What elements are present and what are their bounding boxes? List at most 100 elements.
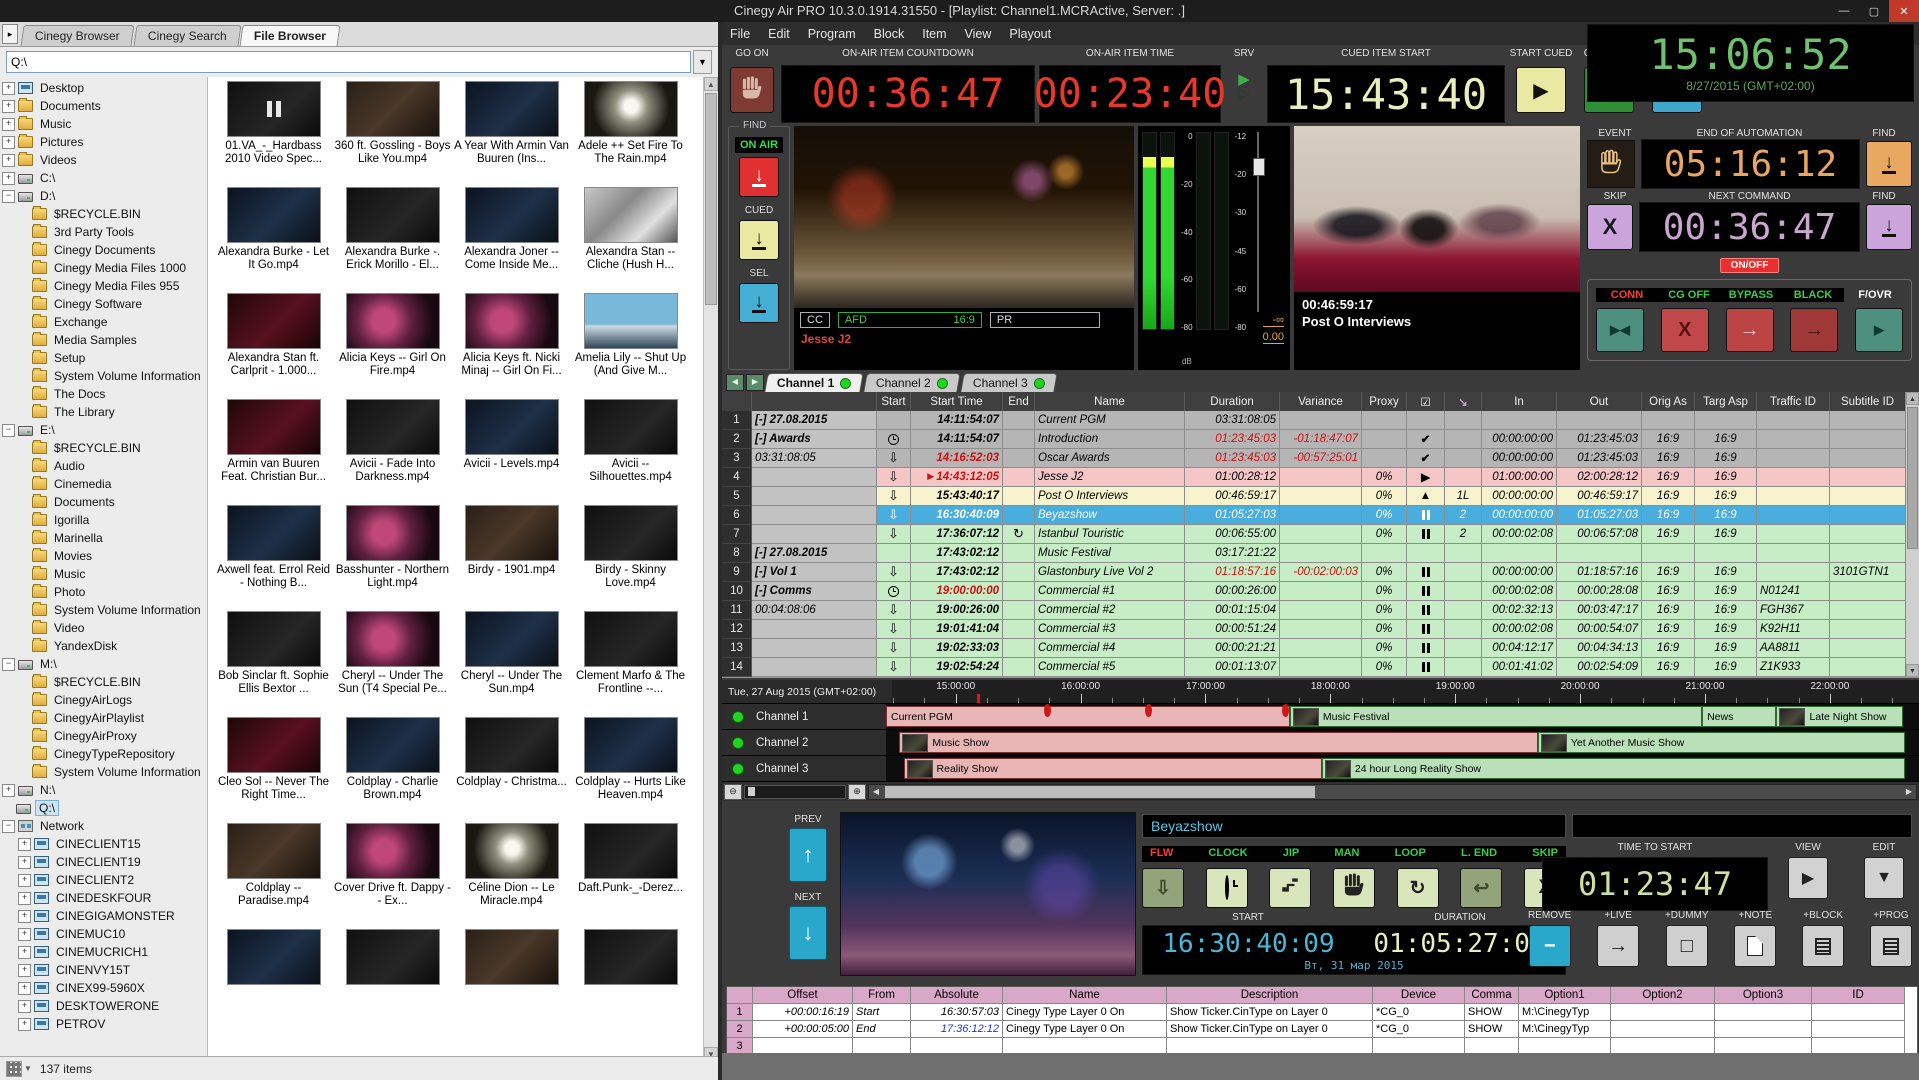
scrollbar-thumb[interactable] [885, 786, 1315, 798]
playlist-cell[interactable]: 01:00:28:12 [1185, 468, 1280, 487]
tree-item-cinenvy15t[interactable]: +CINENVY15T [0, 961, 207, 979]
playlist-cell[interactable]: 9 [722, 563, 752, 582]
column-header-item[interactable]: ☑ [1407, 392, 1445, 411]
playlist-cell[interactable] [1757, 411, 1830, 430]
tree-item-q[interactable]: Q:\ [0, 799, 207, 817]
tab-file-browser[interactable]: File Browser [240, 25, 341, 46]
playlist-cell[interactable] [1003, 620, 1035, 639]
playlist-cell[interactable]: 0% [1362, 487, 1407, 506]
playlist-cell[interactable]: 14:11:54:07 [911, 430, 1003, 449]
find-command-button[interactable]: ↓ [1866, 204, 1912, 250]
column-header-duration[interactable]: Duration [1185, 392, 1280, 411]
cmd-cell[interactable]: M:\CinegyTyp [1519, 1021, 1611, 1038]
playlist-cell[interactable]: 00:00:02:08 [1482, 582, 1557, 601]
playlist-cell[interactable] [1445, 430, 1482, 449]
playlist-cell[interactable] [1280, 582, 1362, 601]
cmd-cell[interactable]: 1 [727, 1004, 753, 1021]
timeline-block-music-show[interactable]: Music Show [899, 732, 1537, 753]
scroll-up-icon[interactable]: ▲ [1906, 392, 1919, 405]
playlist-cell[interactable] [1445, 544, 1482, 563]
tree-item-cinegy-software[interactable]: Cinegy Software [0, 295, 207, 313]
media-item[interactable]: Amelia Lily -- Shut Up (And Give M... [571, 293, 690, 399]
playlist-cell[interactable]: 19:01:41:04 [911, 620, 1003, 639]
tree-expander-icon[interactable]: + [2, 100, 15, 113]
media-item[interactable]: Coldplay - Charlie Brown.mp4 [333, 717, 452, 823]
playlist-cell[interactable] [1445, 411, 1482, 430]
playlist-cell[interactable] [1407, 525, 1445, 544]
media-item[interactable]: Bob Sinclar ft. Sophie Ellis Bextor ... [214, 611, 333, 717]
playlist-cell[interactable]: 16:30:40:09 [911, 506, 1003, 525]
playlist-cell[interactable] [1445, 601, 1482, 620]
playlist-cell[interactable] [1445, 639, 1482, 658]
playlist-cell[interactable] [1407, 620, 1445, 639]
media-item[interactable]: Alicia Keys ft. Nicki Minaj -- Girl On F… [452, 293, 571, 399]
playlist-cell[interactable]: 01:18:57:16 [1557, 563, 1642, 582]
playlist-cell[interactable]: 00:04:08:06 [752, 601, 877, 620]
timeline-ruler[interactable]: 15:00:0016:00:0017:00:0018:00:0019:00:00… [892, 680, 1919, 704]
playlist-cell[interactable] [1830, 544, 1906, 563]
media-item[interactable]: A Year With Armin Van Buuren (Ins... [452, 81, 571, 187]
clip-comment-field[interactable] [1572, 814, 1912, 838]
tree-item-cineclient15[interactable]: +CINECLIENT15 [0, 835, 207, 853]
playlist-cell[interactable]: 4 [722, 468, 752, 487]
column-header-blank[interactable] [752, 392, 877, 411]
playlist-cell[interactable]: [-] Vol 1 [752, 563, 877, 582]
cmd-cell[interactable]: 2 [727, 1021, 753, 1038]
playlist-cell[interactable]: 16:9 [1695, 658, 1757, 677]
playlist-cell[interactable] [1003, 601, 1035, 620]
playlist-cell[interactable]: ⇩ [877, 563, 911, 582]
column-header-targ-asp[interactable]: Targ Asp [1695, 392, 1757, 411]
timeline-track[interactable]: Current PGMMusic FestivalNewsLate Night … [886, 704, 1919, 730]
tree-item-video[interactable]: Video [0, 619, 207, 637]
playlist-cell[interactable]: 12 [722, 620, 752, 639]
cmd-cell[interactable]: End [853, 1021, 911, 1038]
playlist-cell[interactable]: 01:05:27:03 [1557, 506, 1642, 525]
playlist-cell[interactable]: 03:31:08:05 [752, 449, 877, 468]
playlist-cell[interactable] [1830, 449, 1906, 468]
menu-playout[interactable]: Playout [1009, 27, 1051, 41]
playlist-cell[interactable]: 17:43:02:12 [911, 544, 1003, 563]
playlist-cell[interactable]: 17:36:07:12 [911, 525, 1003, 544]
playlist-cell[interactable] [1003, 563, 1035, 582]
playlist-cell[interactable] [1830, 411, 1906, 430]
playlist-cell[interactable] [1280, 487, 1362, 506]
fader-knob[interactable] [1253, 158, 1265, 176]
playlist-cell[interactable] [1407, 544, 1445, 563]
playlist-cell[interactable] [1003, 658, 1035, 677]
tree-item-petrov[interactable]: +PETROV [0, 1015, 207, 1033]
playlist-cell[interactable]: 00:00:00:00 [1482, 563, 1557, 582]
media-item[interactable] [214, 929, 333, 1035]
playlist-cell[interactable]: 16:9 [1642, 582, 1695, 601]
playlist-cell[interactable] [752, 639, 877, 658]
tree-item-recycle-bin[interactable]: $RECYCLE.BIN [0, 439, 207, 457]
playlist-cell[interactable] [1362, 449, 1407, 468]
playlist-cell[interactable]: 5 [722, 487, 752, 506]
playlist-cell[interactable]: 0% [1362, 525, 1407, 544]
tree-item-videos[interactable]: +Videos [0, 151, 207, 169]
playlist-cell[interactable]: 00:00:02:08 [1482, 620, 1557, 639]
cmd-cell[interactable]: +00:00:16:19 [753, 1004, 853, 1021]
playlist-cell[interactable]: 19:00:26:00 [911, 601, 1003, 620]
playlist-cell[interactable]: 00:00:26:00 [1185, 582, 1280, 601]
scroll-up-icon[interactable]: ▲ [704, 77, 718, 91]
playlist-cell[interactable] [1003, 506, 1035, 525]
tree-item-desktop[interactable]: +Desktop [0, 79, 207, 97]
playlist-cell[interactable] [877, 430, 911, 449]
tree-expander-icon[interactable]: + [2, 136, 15, 149]
menu-block[interactable]: Block [874, 27, 905, 41]
playlist-cell[interactable]: 1 [722, 411, 752, 430]
playlist-cell[interactable]: 16:9 [1695, 506, 1757, 525]
clock-button[interactable] [1206, 868, 1248, 908]
playlist-cell[interactable]: 1L [1445, 487, 1482, 506]
playlist-cell[interactable] [1757, 430, 1830, 449]
playlist-cell[interactable]: 19:02:54:24 [911, 658, 1003, 677]
media-item[interactable]: Adele ++ Set Fire To The Rain.mp4 [571, 81, 690, 187]
media-item[interactable]: Cleo Sol -- Never The Right Time... [214, 717, 333, 823]
tab-scroll-right-icon[interactable]: ▶ [746, 374, 764, 391]
media-item[interactable] [333, 929, 452, 1035]
column-header-orig-as[interactable]: Orig As [1642, 392, 1695, 411]
playlist-cell[interactable] [1407, 506, 1445, 525]
tree-item-3rd-party-tools[interactable]: 3rd Party Tools [0, 223, 207, 241]
playlist-cell[interactable]: 3101GTN1 [1830, 563, 1906, 582]
cmd-cell[interactable] [1812, 1021, 1905, 1038]
